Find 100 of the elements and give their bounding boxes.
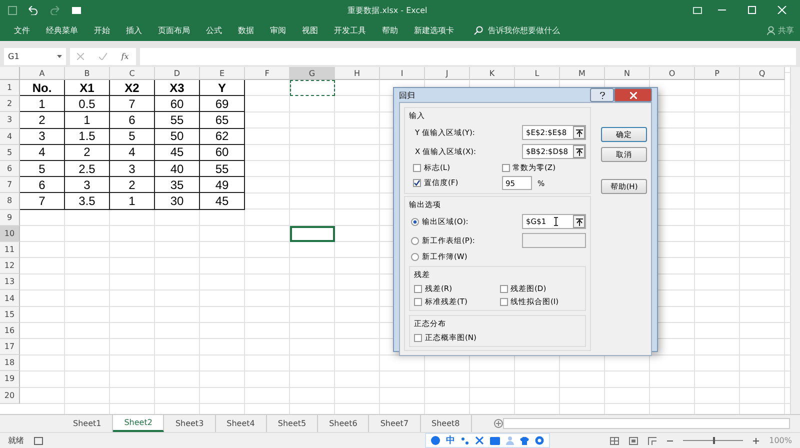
- column-header[interactable]: G: [290, 67, 335, 80]
- scissors-icon[interactable]: [475, 436, 484, 445]
- column-header[interactable]: N: [605, 67, 650, 80]
- row-header[interactable]: 6: [0, 160, 20, 178]
- ribbon-tab[interactable]: 公式: [198, 25, 230, 36]
- column-header[interactable]: F: [245, 67, 290, 80]
- row-header[interactable]: 11: [0, 242, 20, 258]
- ribbon-tab[interactable]: 审阅: [262, 25, 294, 36]
- column-header[interactable]: E: [200, 67, 245, 80]
- table-cell: 1: [20, 96, 65, 112]
- table-cell: 5: [20, 160, 65, 178]
- macro-record-icon[interactable]: [34, 436, 43, 444]
- row-header[interactable]: 10: [0, 226, 20, 242]
- column-header[interactable]: O: [650, 67, 695, 80]
- row-header[interactable]: 9: [0, 210, 20, 226]
- normal-view-icon[interactable]: [610, 436, 620, 444]
- row-header[interactable]: 7: [0, 177, 20, 194]
- table-cell: 49: [200, 177, 245, 194]
- ribbon-tab[interactable]: 新建选项卡: [406, 25, 462, 36]
- table-cell: 45: [200, 193, 245, 210]
- ribbon-tab[interactable]: 数据: [230, 25, 262, 36]
- row-header[interactable]: 12: [0, 258, 20, 274]
- row-header[interactable]: 13: [0, 274, 20, 290]
- table-cell: 2: [20, 112, 65, 129]
- zoom-in-icon[interactable]: [753, 438, 760, 444]
- row-header[interactable]: 20: [0, 388, 20, 404]
- column-header[interactable]: J: [425, 67, 470, 80]
- zoom-out-icon[interactable]: [667, 438, 674, 444]
- ime-language[interactable]: 中: [446, 434, 455, 447]
- range-field[interactable]: [522, 233, 586, 248]
- ribbon-tab[interactable]: 经典菜单: [38, 25, 86, 36]
- page-layout-icon[interactable]: [629, 436, 638, 444]
- vertical-scrollbar[interactable]: [790, 67, 800, 414]
- formula-input[interactable]: [140, 48, 796, 64]
- table-cell: 69: [200, 96, 245, 112]
- column-header[interactable]: M: [560, 67, 605, 80]
- ribbon-tab[interactable]: 帮助: [374, 25, 406, 36]
- status-text: 就绪: [8, 435, 24, 446]
- ribbon-tab[interactable]: 开始: [86, 25, 118, 36]
- column-header[interactable]: Q: [740, 67, 785, 80]
- page-break-icon[interactable]: [648, 436, 658, 444]
- keyboard-icon[interactable]: [490, 436, 500, 444]
- horizontal-scrollbar[interactable]: [502, 418, 790, 429]
- row-header[interactable]: 3: [0, 112, 20, 129]
- row-header[interactable]: 15: [0, 306, 20, 323]
- search-icon: [474, 26, 483, 35]
- row-header[interactable]: 1: [0, 80, 20, 96]
- column-header[interactable]: H: [335, 67, 380, 80]
- column-header[interactable]: C: [110, 67, 155, 80]
- collapse-arrow-icon: [576, 148, 582, 156]
- help-icon[interactable]: [590, 88, 614, 102]
- row-header[interactable]: 18: [0, 355, 20, 372]
- undo-icon[interactable]: [27, 6, 39, 14]
- column-header[interactable]: B: [65, 67, 110, 80]
- row-header[interactable]: 2: [0, 96, 20, 112]
- insert-function-button[interactable]: fx: [121, 52, 129, 60]
- table-cell: 7: [20, 193, 65, 210]
- punctuation-icon[interactable]: [461, 436, 469, 444]
- column-header[interactable]: L: [515, 67, 560, 80]
- sheet-tab[interactable]: Sheet2: [113, 415, 164, 432]
- checkmark-icon: [414, 180, 420, 186]
- collapse-dialog-button[interactable]: [573, 215, 585, 228]
- column-header[interactable]: P: [695, 67, 740, 80]
- ribbon-tab[interactable]: 页面布局: [150, 25, 198, 36]
- close-icon[interactable]: [614, 88, 652, 102]
- table-cell: 55: [155, 112, 200, 129]
- row-header[interactable]: 4: [0, 128, 20, 145]
- row-header[interactable]: 17: [0, 339, 20, 356]
- column-header[interactable]: K: [470, 67, 515, 80]
- table-cell: 6: [20, 177, 65, 194]
- row-header[interactable]: 16: [0, 322, 20, 339]
- row-header[interactable]: 5: [0, 144, 20, 161]
- collapse-dialog-button[interactable]: [573, 145, 585, 158]
- table-cell: 2.5: [65, 160, 110, 178]
- save-icon[interactable]: [8, 6, 17, 14]
- row-header[interactable]: 19: [0, 371, 20, 388]
- table-cell: X2: [110, 80, 155, 96]
- table-cell: 65: [200, 112, 245, 129]
- caret-icon[interactable]: [57, 54, 62, 58]
- table-cell: 45: [155, 144, 200, 161]
- name-box[interactable]: G1: [4, 48, 66, 64]
- table-cell: 3: [20, 128, 65, 145]
- ribbon-tab[interactable]: 视图: [294, 25, 326, 36]
- column-header[interactable]: A: [20, 67, 65, 80]
- column-header[interactable]: I: [380, 67, 425, 80]
- ribbon-tab[interactable]: 文件: [6, 25, 38, 36]
- table-cell: 4: [110, 144, 155, 161]
- row-header[interactable]: 14: [0, 290, 20, 307]
- tell-me-search[interactable]: 告诉我你想要做什么: [474, 25, 560, 36]
- add-sheet-icon[interactable]: [494, 419, 503, 428]
- ribbon-options-icon[interactable]: [693, 6, 702, 14]
- table-cell: 40: [155, 160, 200, 178]
- ribbon-tab[interactable]: 插入: [118, 25, 150, 36]
- column-header[interactable]: D: [155, 67, 200, 80]
- collapse-dialog-button[interactable]: [573, 126, 585, 139]
- shirt-icon[interactable]: [520, 436, 529, 444]
- table-cell: 50: [155, 128, 200, 145]
- ribbon-tab[interactable]: 开发工具: [326, 25, 374, 36]
- table-cell: 0.5: [65, 96, 110, 112]
- row-header[interactable]: 8: [0, 193, 20, 210]
